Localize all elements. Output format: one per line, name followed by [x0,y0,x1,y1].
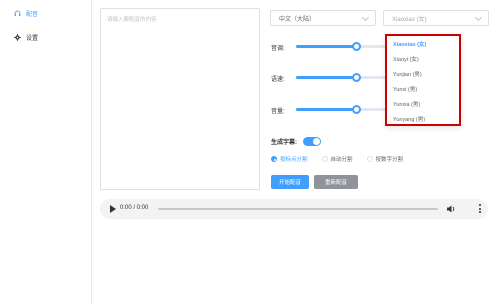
voice-option[interactable]: Yunjian (男) [393,70,422,78]
split-options: 按标点分割 自动分割 按数字分割 [271,155,403,163]
play-icon[interactable] [110,205,116,213]
voice-option[interactable]: Xiaoxiao (女) [393,40,426,48]
radio-split-number[interactable]: 按数字分割 [366,155,404,163]
sidebar-item-label: 设置 [26,35,39,42]
voice-dropdown: Xiaoxiao (女) Xiaoyi (女) Yunjian (男) Yunx… [385,34,461,126]
volume-label: 音量: [271,109,285,115]
subtitle-toggle[interactable] [303,137,321,146]
radio-dot [271,156,277,162]
language-select[interactable]: 中文（大陆） [270,10,376,26]
voice-select-value: Xiaoxiao (女) [392,16,427,23]
text-input-area[interactable]: 请输入要配音的内容 [100,8,260,190]
sidebar-item-dubbing[interactable]: 配音 [14,7,38,19]
radio-dot [366,156,373,162]
volume-icon[interactable] [446,204,456,216]
gear-icon [14,33,21,41]
toggle-knob [313,138,320,145]
redo-dubbing-button[interactable]: 重新配音 [314,175,358,189]
chevron-down-icon [361,13,370,22]
language-select-value: 中文（大陆） [279,16,316,23]
start-dubbing-button[interactable]: 开始配音 [271,175,309,189]
pitch-label: 音调: [271,46,285,52]
radio-dot [321,156,328,162]
voice-option[interactable]: Yunxia (男) [393,100,420,108]
speed-slider-fill [296,76,356,79]
sidebar-item-label: 配音 [26,11,39,18]
headset-icon [14,10,21,17]
radio-split-punctuation[interactable]: 按标点分割 [271,155,308,163]
chevron-down-icon [474,13,483,22]
voice-select[interactable]: Xiaoxiao (女) [383,10,489,26]
radio-label: 按标点分割 [280,157,308,163]
volume-slider-fill [296,108,356,111]
volume-slider-thumb[interactable] [352,105,361,114]
sidebar-item-settings[interactable]: 设置 [14,31,38,43]
radio-label: 自动分割 [330,157,353,163]
sidebar: 配音 设置 [0,0,92,304]
speed-label: 语速: [271,77,285,83]
voice-option[interactable]: Yunyang (男) [393,115,425,123]
pitch-slider-thumb[interactable] [352,42,361,51]
text-input-placeholder: 请输入要配音的内容 [107,17,157,23]
more-options-icon[interactable] [479,204,481,214]
radio-label: 按数字分割 [375,157,404,163]
voice-option[interactable]: Xiaoyi (女) [393,55,419,63]
voice-option[interactable]: Yunxi (男) [393,85,417,93]
radio-split-auto[interactable]: 自动分割 [321,155,353,163]
pitch-slider-fill [296,45,356,48]
speed-slider-thumb[interactable] [352,73,361,82]
subtitle-label: 生成字幕: [271,140,297,146]
audio-player: 0:00 / 0:00 [100,199,488,219]
subtitle-row: 生成字幕: [271,137,321,146]
audio-time: 0:00 / 0:00 [120,205,149,211]
audio-progress-bar[interactable] [158,208,438,210]
